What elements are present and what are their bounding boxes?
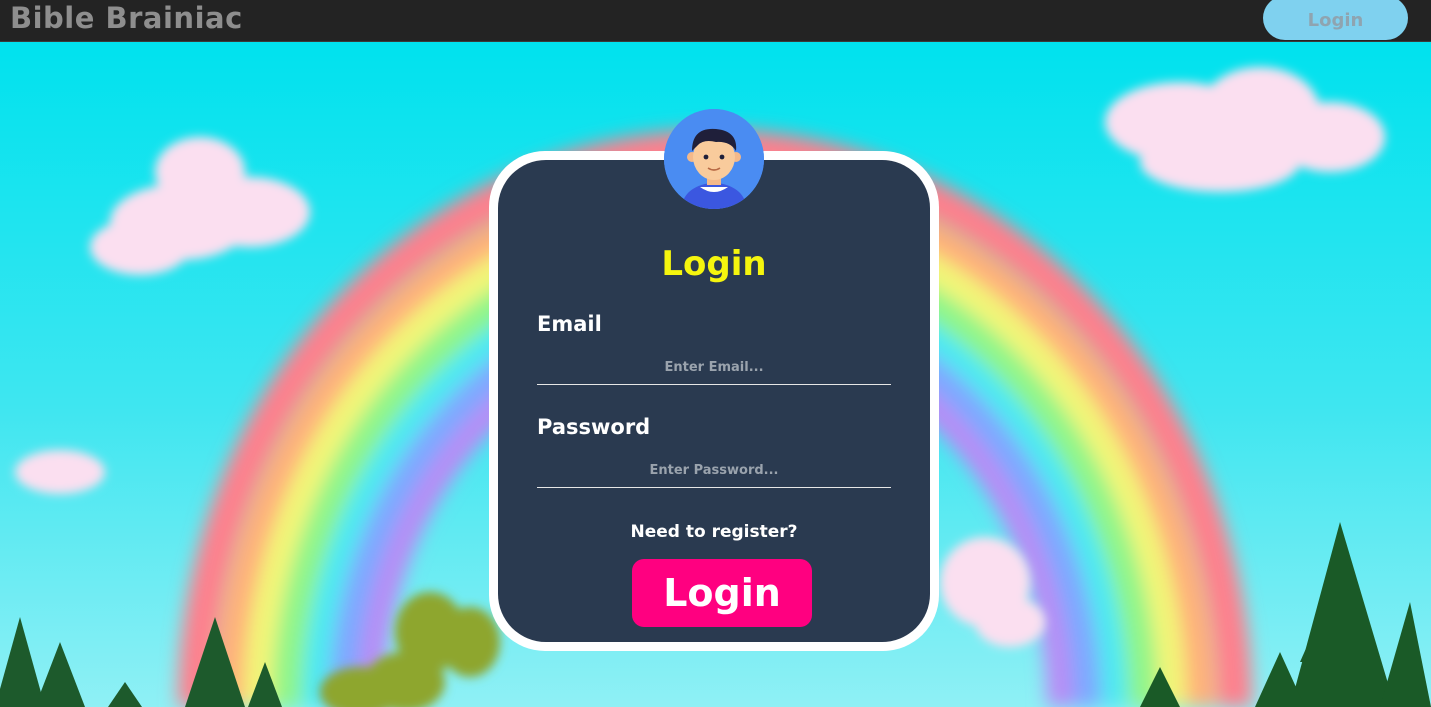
- brand-title[interactable]: Bible Brainiac: [10, 0, 243, 38]
- login-submit-button[interactable]: Login: [632, 559, 812, 627]
- email-input[interactable]: [537, 351, 891, 385]
- top-navbar: Bible Brainiac Login: [0, 0, 1431, 42]
- nav-login-button[interactable]: Login: [1263, 0, 1408, 40]
- password-label: Password: [537, 415, 651, 439]
- email-label: Email: [537, 312, 602, 336]
- register-link[interactable]: Need to register?: [498, 522, 930, 542]
- password-input[interactable]: [537, 454, 891, 488]
- login-title: Login: [661, 244, 767, 284]
- login-card-border: Login Email Password Need to register? L…: [489, 151, 939, 651]
- login-card: Login Email Password Need to register? L…: [498, 160, 930, 642]
- avatar-illustration: [664, 109, 764, 209]
- user-avatar-icon: [664, 109, 764, 209]
